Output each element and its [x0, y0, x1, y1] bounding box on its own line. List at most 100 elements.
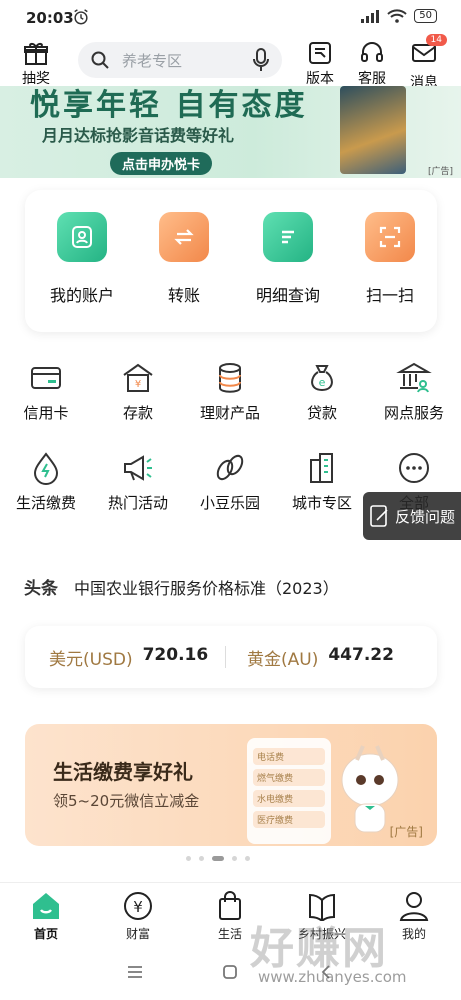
lottery-label: 抽奖 [22, 71, 50, 87]
svg-text:¥: ¥ [135, 379, 141, 390]
search-bar[interactable]: 养老专区 [78, 42, 282, 78]
statement-query-button[interactable]: 明细查询 [243, 212, 333, 306]
carousel-dot-active [212, 856, 224, 861]
search-icon [91, 51, 109, 69]
message-badge: 14 [425, 34, 447, 46]
service-credit-card[interactable]: 信用卡 [0, 360, 92, 423]
status-time: 20:03 [26, 9, 74, 27]
quick-label-transfer: 转账 [167, 286, 200, 305]
service-branch[interactable]: 网点服务 [368, 360, 460, 423]
alarm-icon [74, 9, 88, 25]
home-nav-icon[interactable] [222, 964, 238, 980]
promo-ad-tag: [广告] [389, 825, 423, 839]
my-account-button[interactable]: 我的账户 [37, 212, 127, 306]
wealth-icon: ¥ [124, 892, 152, 920]
service-bean-park[interactable]: 小豆乐园 [184, 450, 276, 513]
carousel-indicator [186, 856, 250, 861]
profile-icon [399, 892, 429, 921]
tab-label: 财富 [125, 927, 150, 941]
battery-icon: 50 [414, 9, 437, 23]
promo-subtitle: 领5~20元微信立减金 [53, 792, 200, 810]
signal-icon [361, 10, 380, 23]
hot-activity-icon [124, 455, 152, 481]
rates-divider [225, 646, 226, 668]
usd-value: 720.16 [142, 644, 209, 665]
wealth-product-icon [219, 363, 241, 393]
tab-profile[interactable]: 我的 [379, 891, 449, 942]
customer-service-button[interactable]: 客服 [358, 40, 386, 88]
version-label: 版本 [306, 71, 334, 87]
rates-card[interactable]: 美元(USD) 720.16 黄金(AU) 447.22 [25, 626, 437, 688]
service-label: 客服 [358, 71, 386, 87]
service-city-zone[interactable]: 城市专区 [276, 450, 368, 513]
service-utility-payment[interactable]: 生活缴费 [0, 450, 92, 513]
lottery-button[interactable]: 抽奖 [22, 40, 50, 88]
svg-text:e: e [319, 376, 326, 389]
service-label: 生活缴费 [15, 494, 76, 512]
version-button[interactable]: 版本 [306, 40, 334, 88]
watermark-url: www.zhuanyes.com [258, 968, 407, 986]
usd-label: 美元(USD) [49, 649, 133, 670]
banner-title: 悦享年轻 自有态度 [30, 88, 308, 123]
service-deposit[interactable]: ¥ 存款 [92, 360, 184, 423]
banner-ad-tag: [广告] [428, 167, 454, 177]
promo-title: 生活缴费享好礼 [53, 760, 193, 784]
feedback-icon [370, 505, 388, 527]
tab-label: 首页 [33, 927, 58, 941]
version-icon [309, 42, 331, 64]
quick-label-account: 我的账户 [49, 286, 114, 305]
deposit-icon: ¥ [123, 363, 153, 392]
carousel-dot [245, 856, 250, 861]
microphone-icon[interactable] [252, 48, 270, 72]
card-item: 医疗缴费 [253, 811, 325, 828]
quick-actions-card: 我的账户 转账 明细查询 扫一扫 [25, 190, 437, 332]
service-label: 信用卡 [23, 404, 69, 422]
headline-news[interactable]: 头条 中国农业银行服务价格标准（2023） [24, 574, 339, 600]
service-label: 小豆乐园 [199, 494, 260, 512]
service-wealth-product[interactable]: 理财产品 [184, 360, 276, 423]
service-label: 城市专区 [291, 494, 352, 512]
menu-icon[interactable] [126, 964, 144, 980]
utility-promo-banner[interactable]: 生活缴费享好礼 领5~20元微信立减金 电话费 燃气缴费 水电缴费 医疗缴费 [… [25, 724, 437, 846]
bank-card-image [340, 86, 406, 174]
transfer-button[interactable]: 转账 [139, 212, 229, 306]
service-label: 存款 [122, 404, 153, 422]
svg-text:¥: ¥ [133, 898, 143, 916]
tab-home[interactable]: 首页 [11, 891, 81, 942]
usd-rate[interactable]: 美元(USD) 720.16 [49, 645, 208, 670]
messages-button[interactable]: 14 消息 [410, 34, 447, 92]
status-bar: 20:03 50 [0, 0, 461, 36]
card-item: 电话费 [253, 748, 325, 765]
bottom-tab-bar: 首页 ¥ 财富 生活 乡村振兴 我的 [0, 882, 461, 948]
utility-payment-icon [33, 452, 59, 485]
carousel-dot [199, 856, 204, 861]
service-loan[interactable]: e 贷款 [276, 360, 368, 423]
more-icon [399, 453, 429, 483]
carousel-dot [232, 856, 237, 861]
quick-label-statement: 明细查询 [255, 286, 320, 305]
service-hot-activity[interactable]: 热门活动 [92, 450, 184, 513]
promo-banner[interactable]: 悦享年轻 自有态度 月月达标抢影音话费等好礼 点击申办悦卡 [广告] [0, 86, 461, 178]
top-header: 抽奖 养老专区 版本 客服 14 消息 [0, 34, 461, 91]
tab-wealth[interactable]: ¥ 财富 [103, 891, 173, 942]
credit-card-icon [31, 367, 61, 389]
transfer-icon [159, 212, 209, 262]
account-icon [57, 212, 107, 262]
search-input[interactable]: 养老专区 [122, 50, 252, 71]
tab-label: 生活 [217, 927, 242, 941]
bean-park-icon [216, 454, 244, 481]
home-icon [33, 893, 59, 919]
city-zone-icon [310, 453, 333, 483]
headline-text[interactable]: 中国农业银行服务价格标准（2023） [74, 575, 339, 599]
watermark-brand: 好赚网 [250, 923, 388, 974]
banner-apply-button[interactable]: 点击申办悦卡 [110, 152, 213, 175]
gold-value: 447.22 [328, 644, 394, 665]
gold-rate[interactable]: 黄金(AU) 447.22 [247, 645, 394, 670]
gold-label: 黄金(AU) [247, 649, 319, 670]
service-label: 理财产品 [199, 404, 260, 422]
scan-button[interactable]: 扫一扫 [345, 212, 435, 306]
loan-icon: e [311, 365, 333, 392]
scan-icon [365, 212, 415, 262]
statement-icon [263, 212, 313, 262]
feedback-button[interactable]: 反馈问题 [363, 492, 461, 540]
